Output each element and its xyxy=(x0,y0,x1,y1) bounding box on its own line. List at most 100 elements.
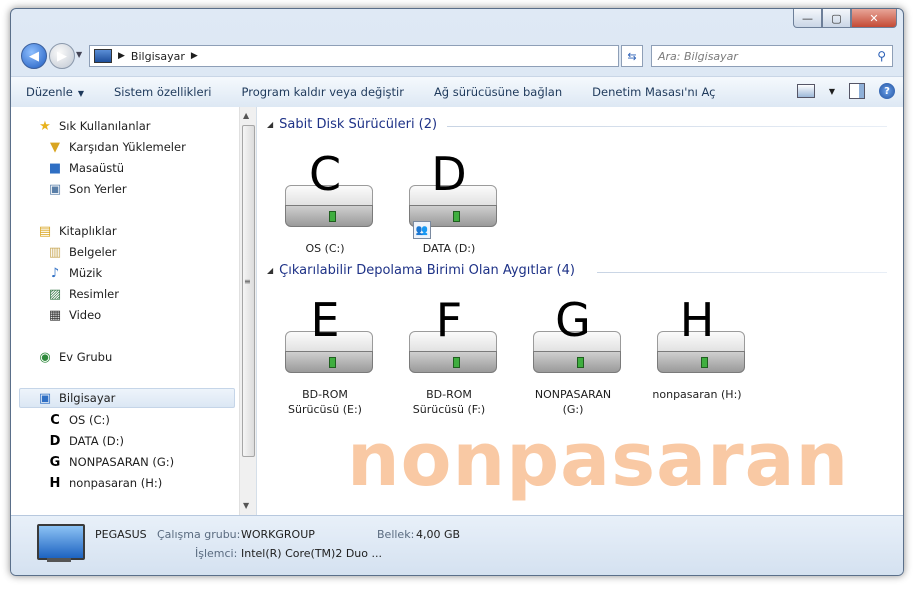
drive-letter: F xyxy=(435,293,463,347)
scroll-up-icon[interactable]: ▲ xyxy=(243,111,249,120)
processor-value: Intel(R) Core(TM)2 Duo ... xyxy=(241,547,382,560)
drive-letter: E xyxy=(310,293,340,347)
back-button[interactable]: ◀ xyxy=(21,43,47,69)
sidebar-item-drive-c[interactable]: C OS (C:) xyxy=(47,410,110,430)
shared-users-icon: 👥 xyxy=(413,221,431,239)
forward-button[interactable]: ▶ xyxy=(49,43,75,69)
chevron-down-icon: ▼ xyxy=(77,89,84,98)
pictures-icon: ▨ xyxy=(48,286,62,302)
sidebar-item-label: Bilgisayar xyxy=(59,391,116,405)
uninstall-program-button[interactable]: Program kaldır veya değiştir xyxy=(227,85,419,99)
sidebar-item-label: Belgeler xyxy=(69,245,117,259)
sidebar-item-favorites[interactable]: ★ Sık Kullanılanlar xyxy=(37,116,151,136)
sidebar-item-downloads[interactable]: ▼ Karşıdan Yüklemeler xyxy=(47,137,186,157)
documents-icon: ▥ xyxy=(48,244,62,260)
computer-stand-icon xyxy=(47,558,71,562)
map-network-drive-button[interactable]: Ağ sürücüsüne bağlan xyxy=(419,85,577,99)
address-bar[interactable]: ▶ Bilgisayar ▶ xyxy=(89,45,619,67)
sidebar-item-label: OS (C:) xyxy=(69,413,110,427)
drive-letter: G xyxy=(555,293,591,347)
preview-pane-icon[interactable] xyxy=(849,83,865,99)
group-divider xyxy=(447,126,887,127)
sidebar-item-video[interactable]: ▦ Video xyxy=(47,305,101,325)
forward-arrow-icon: ▶ xyxy=(57,48,67,64)
processor-key: İşlemci: xyxy=(195,547,238,560)
view-options-chevron-icon[interactable]: ▼ xyxy=(829,87,835,96)
minimize-button[interactable]: — xyxy=(793,9,822,28)
command-bar: Düzenle ▼ Sistem özellikleri Program kald… xyxy=(11,76,903,108)
group-title: Sabit Disk Sürücüleri (2) xyxy=(279,117,438,132)
group-divider xyxy=(597,272,887,273)
recent-pages-dropdown-icon[interactable]: ▼ xyxy=(76,50,82,59)
computer-icon: ▣ xyxy=(38,390,52,406)
breadcrumb-arrow-icon[interactable]: ▶ xyxy=(118,51,125,61)
group-header-hard-disks[interactable]: ◢ Sabit Disk Sürücüleri (2) xyxy=(267,117,437,132)
collapse-icon[interactable]: ◢ xyxy=(267,120,273,129)
drive-d-icon: D xyxy=(49,433,61,449)
sidebar-item-label: Müzik xyxy=(69,266,103,280)
open-control-panel-button[interactable]: Denetim Masası'nı Aç xyxy=(577,85,730,99)
computer-icon xyxy=(94,49,112,63)
scroll-grip-icon: ≡ xyxy=(244,277,251,286)
breadcrumb-arrow-icon[interactable]: ▶ xyxy=(191,51,198,61)
sidebar-item-label: Sık Kullanılanlar xyxy=(59,119,151,133)
caption-buttons: — ▢ ✕ xyxy=(793,9,897,28)
refresh-icon: ⇆ xyxy=(627,49,637,63)
collapse-icon[interactable]: ◢ xyxy=(267,266,273,275)
memory-value: 4,00 GB xyxy=(416,528,461,541)
group-header-removable[interactable]: ◢ Çıkarılabilir Depolama Birimi Olan Aygı… xyxy=(267,263,575,278)
sidebar-item-drive-h[interactable]: Hnonpasaran (H:) xyxy=(47,473,163,493)
drive-label: NONPASARAN (G:) xyxy=(534,388,612,416)
scrollbar-thumb[interactable] xyxy=(242,125,255,457)
search-box[interactable]: Ara: Bilgisayar ⚲ xyxy=(651,45,893,67)
sidebar-item-recent[interactable]: ▣ Son Yerler xyxy=(47,179,127,199)
help-icon[interactable]: ? xyxy=(879,83,895,99)
maximize-button[interactable]: ▢ xyxy=(822,9,851,28)
explorer-window: — ▢ ✕ ◀ ▶ ▼ ▶ Bilgisayar ▶ ⇆ Ara: Bilgis… xyxy=(10,8,904,576)
computer-large-icon xyxy=(37,524,85,560)
drive-label: nonpasaran (H:) xyxy=(652,388,742,401)
sidebar-item-documents[interactable]: ▥ Belgeler xyxy=(47,242,117,262)
group-title: Çıkarılabilir Depolama Birimi Olan Aygıt… xyxy=(279,263,575,278)
computer-name: PEGASUS xyxy=(95,528,147,541)
drive-g-icon: G xyxy=(49,454,61,470)
refresh-button[interactable]: ⇆ xyxy=(621,45,643,67)
drive-h-icon: H xyxy=(49,475,61,491)
organize-label: Düzenle xyxy=(26,85,73,99)
drive-label: BD-ROM Sürücüsü (F:) xyxy=(412,388,486,416)
sidebar-item-libraries[interactable]: ▤ Kitaplıklar xyxy=(37,221,117,241)
close-button[interactable]: ✕ xyxy=(851,9,897,28)
details-pane: PEGASUS Çalışma grubu: WORKGROUP Bellek:… xyxy=(11,515,903,575)
sidebar-item-music[interactable]: ♪ Müzik xyxy=(47,263,102,283)
system-properties-button[interactable]: Sistem özellikleri xyxy=(99,85,227,99)
memory-key: Bellek: xyxy=(377,528,415,541)
sidebar-item-label: Video xyxy=(69,308,102,322)
sidebar-item-label: Kitaplıklar xyxy=(59,224,117,238)
scroll-down-icon[interactable]: ▼ xyxy=(243,501,249,510)
sidebar-item-drive-d[interactable]: D DATA (D:) xyxy=(47,431,124,451)
drive-letter: H xyxy=(679,293,715,347)
sidebar-item-label: Karşıdan Yüklemeler xyxy=(69,140,186,154)
workgroup-value: WORKGROUP xyxy=(241,528,315,541)
video-icon: ▦ xyxy=(48,307,62,323)
homegroup-icon: ◉ xyxy=(39,349,51,365)
drive-label: OS (C:) xyxy=(305,242,345,255)
back-arrow-icon: ◀ xyxy=(29,48,39,64)
sidebar-item-homegroup[interactable]: ◉ Ev Grubu xyxy=(37,347,112,367)
navigation-pane: ★ Sık Kullanılanlar ▼ Karşıdan Yüklemeler … xyxy=(11,107,257,515)
sidebar-item-label: Masaüstü xyxy=(69,161,125,175)
search-icon[interactable]: ⚲ xyxy=(877,49,886,63)
change-view-icon[interactable] xyxy=(796,84,815,98)
breadcrumb-computer[interactable]: Bilgisayar xyxy=(131,50,185,63)
sidebar-item-label: Resimler xyxy=(69,287,119,301)
sidebar-scrollbar[interactable]: ▲ ≡ ▼ xyxy=(239,107,256,515)
navigation-bar: ◀ ▶ ▼ ▶ Bilgisayar ▶ ⇆ Ara: Bilgisayar ⚲ xyxy=(19,41,895,71)
drive-c-icon: C xyxy=(50,412,60,428)
sidebar-item-desktop[interactable]: ■ Masaüstü xyxy=(47,158,124,178)
drive-letter: C xyxy=(308,147,342,201)
sidebar-item-pictures[interactable]: ▨ Resimler xyxy=(47,284,119,304)
organize-button[interactable]: Düzenle ▼ xyxy=(11,85,99,99)
search-input[interactable]: Ara: Bilgisayar xyxy=(658,50,877,63)
sidebar-item-computer[interactable]: ▣ Bilgisayar xyxy=(19,388,235,408)
sidebar-item-drive-g[interactable]: G NONPASARAN (G:) xyxy=(47,452,174,472)
